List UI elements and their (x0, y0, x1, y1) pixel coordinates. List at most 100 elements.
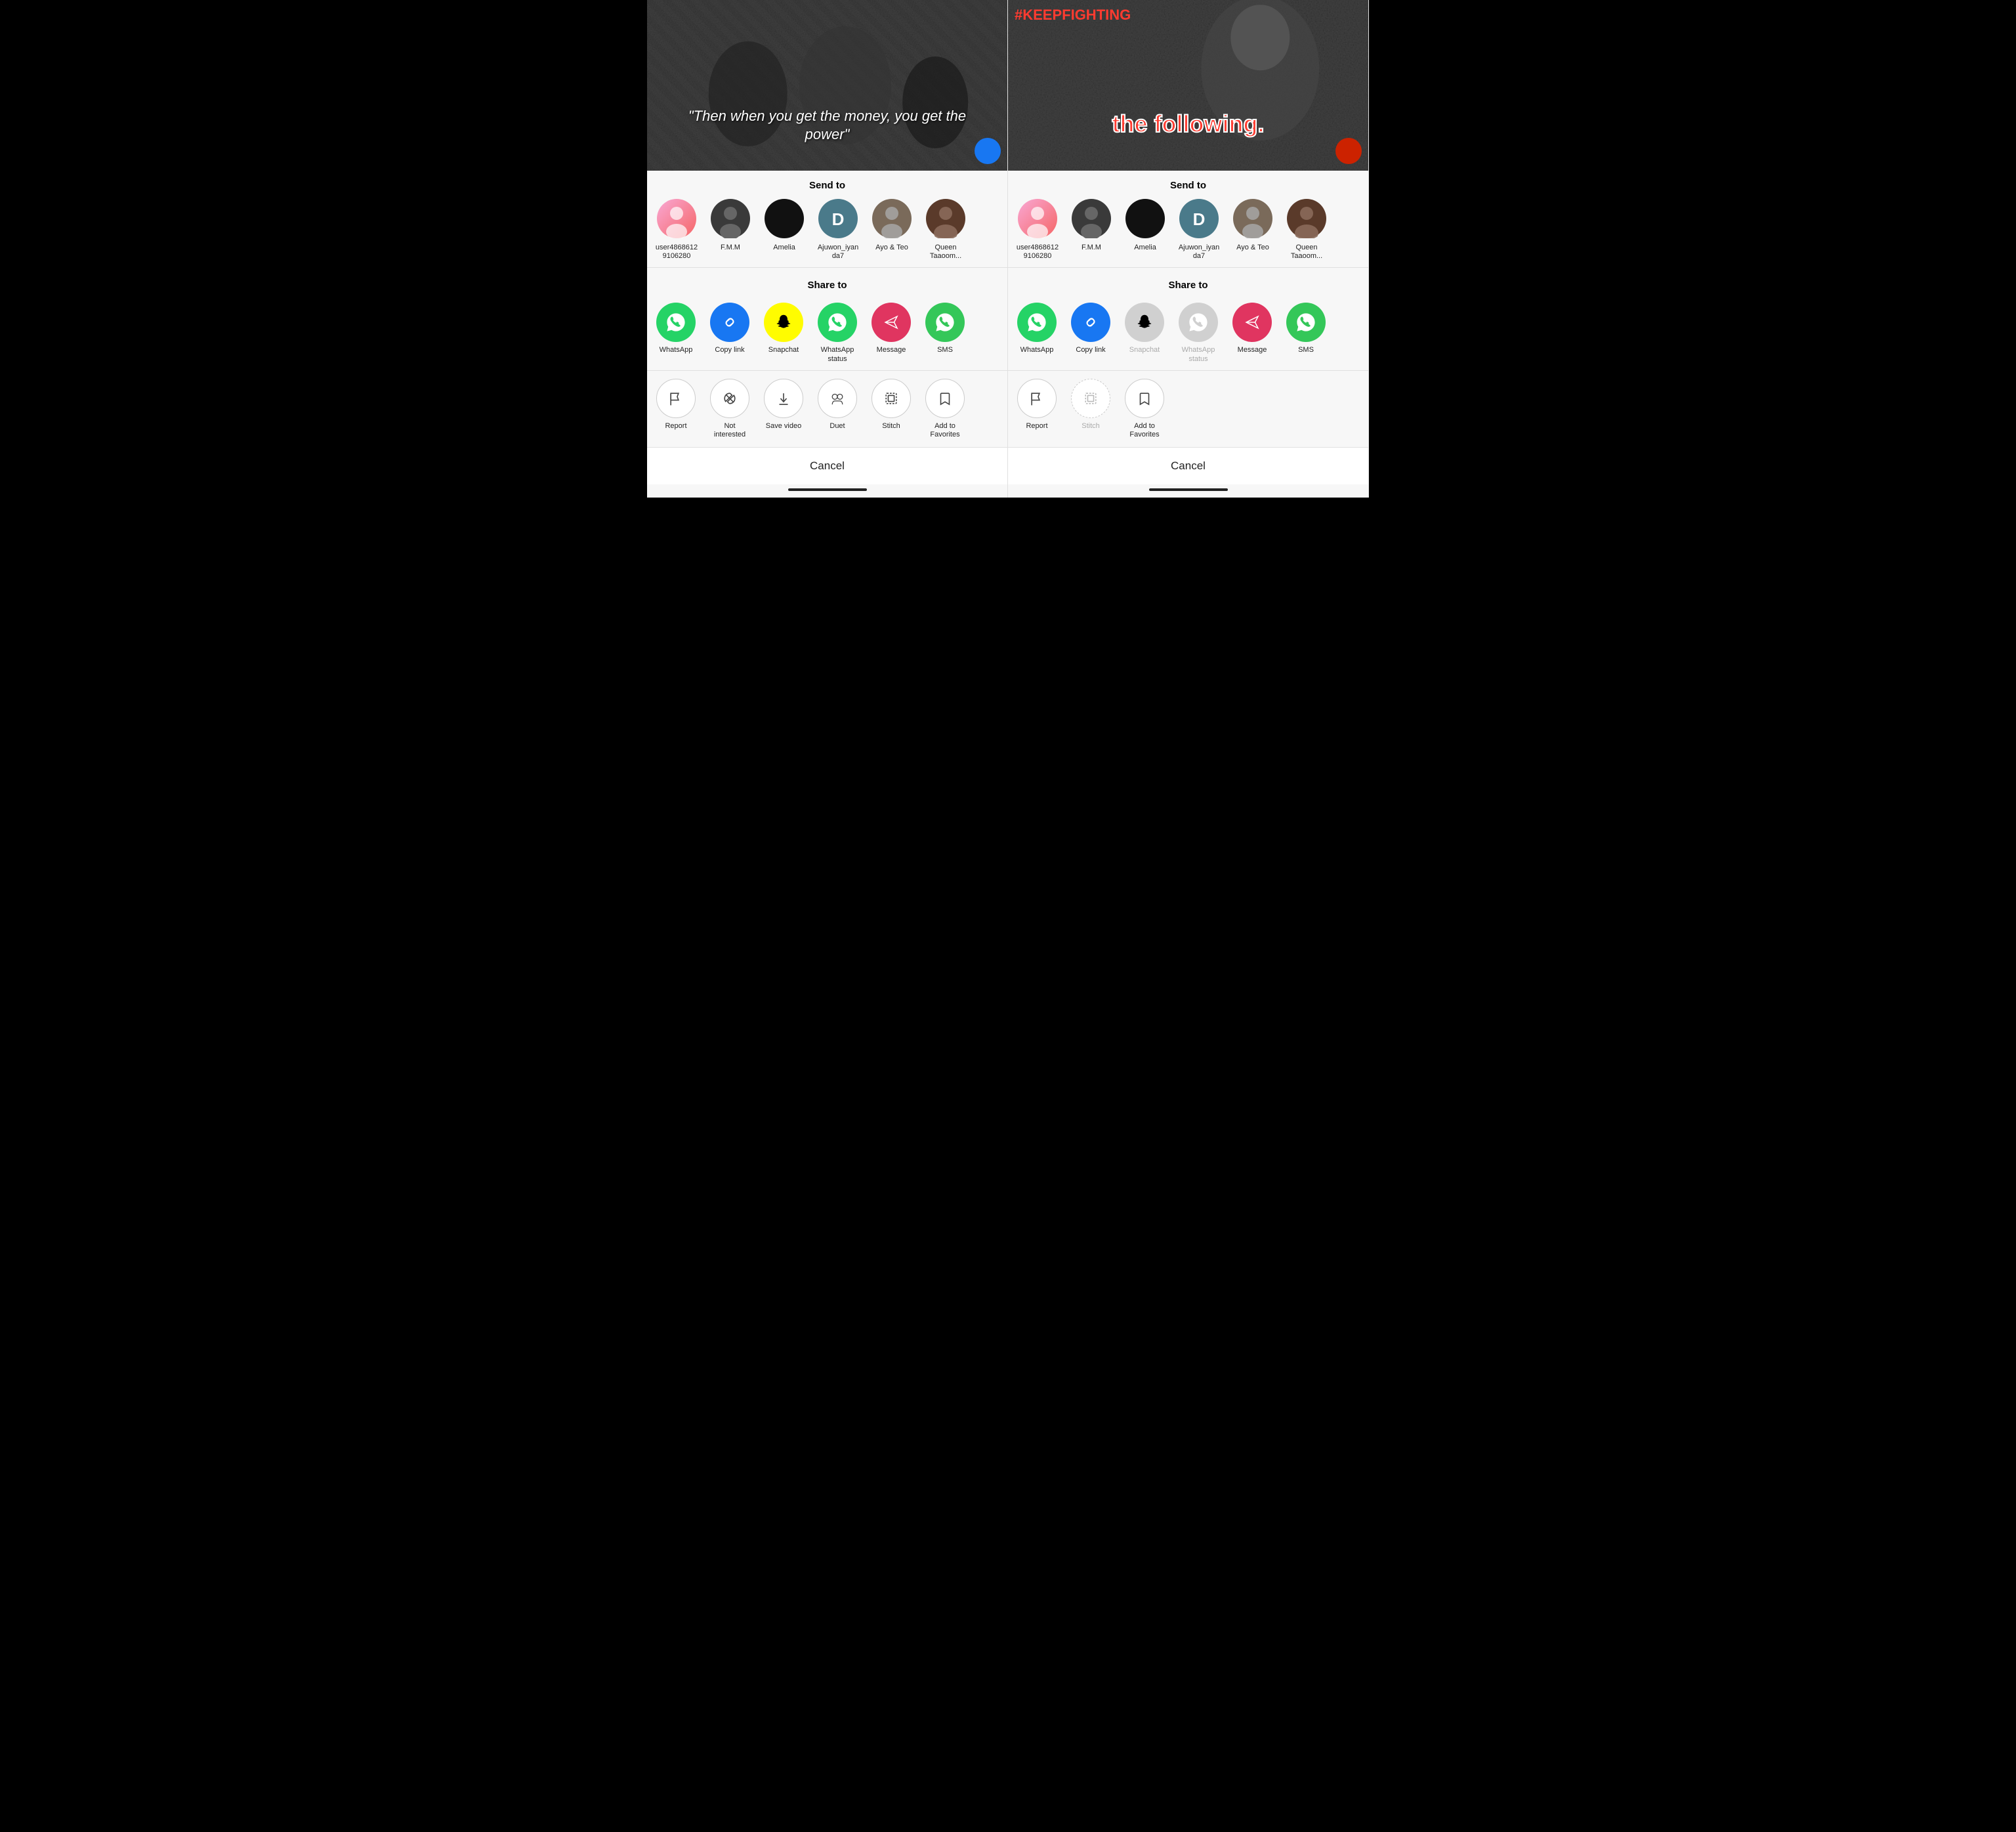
right-video-bg: #KEEPFIGHTING the following. (1008, 0, 1368, 171)
right-sheet: Send to user48686129106280 F.M.M Amelia … (1008, 171, 1368, 498)
contact-name-amelia: Amelia (773, 244, 795, 252)
contact-user4868612[interactable]: user48686129106280 (654, 198, 700, 261)
left-video: "Then when you get the money, you get th… (647, 0, 1007, 171)
contact-amelia[interactable]: Amelia (761, 198, 807, 261)
left-actions-row: Report Not interested Save video Duet (647, 373, 1007, 447)
share-whatsapp-status: WhatsApp status (1176, 303, 1221, 363)
right-video: #KEEPFIGHTING the following. (1008, 0, 1368, 171)
share-icon-whatsapp (1017, 303, 1057, 342)
right-share-row: WhatsApp Copy link Snapchat WhatsApp sta… (1008, 297, 1368, 370)
share-snapchat: Snapchat (1122, 303, 1167, 363)
contact-avatar-queen (1286, 198, 1328, 240)
right-video-avatar (1335, 138, 1362, 164)
action-stitch[interactable]: Stitch (869, 379, 914, 439)
left-send-to-title: Send to (647, 171, 1007, 198)
action-report[interactable]: Report (654, 379, 698, 439)
right-cancel-button[interactable]: Cancel (1008, 447, 1368, 484)
share-label-message: Message (1238, 346, 1267, 354)
contact-user4868612[interactable]: user48686129106280 (1015, 198, 1060, 261)
share-icon-sms (1286, 303, 1326, 342)
right-video-text: the following. (1026, 110, 1350, 138)
left-video-avatar (975, 138, 1001, 164)
share-icon-whatsapp-status (1179, 303, 1218, 342)
left-home-indicator (647, 484, 1007, 498)
contact-avatar-user4868612 (656, 198, 698, 240)
right-video-hashtag: #KEEPFIGHTING (1015, 7, 1131, 24)
action-icon-add-to-favorites (1125, 379, 1164, 418)
action-label-add-to-favorites: Add to Favorites (923, 422, 967, 439)
left-panel: "Then when you get the money, you get th… (647, 0, 1008, 498)
contact-ayo[interactable]: Ayo & Teo (869, 198, 915, 261)
action-not-interested[interactable]: Not interested (707, 379, 752, 439)
share-snapchat[interactable]: Snapchat (761, 303, 806, 363)
right-contacts-row: user48686129106280 F.M.M Amelia D Ajuwon… (1008, 198, 1368, 267)
share-message[interactable]: Message (1230, 303, 1274, 363)
contact-fmm[interactable]: F.M.M (1068, 198, 1114, 261)
share-label-copy-link: Copy link (1076, 346, 1105, 354)
left-video-bg: "Then when you get the money, you get th… (647, 0, 1007, 171)
share-message[interactable]: Message (869, 303, 914, 363)
share-sms[interactable]: SMS (1284, 303, 1328, 363)
contact-name-queen: Queen Taaoom... (923, 244, 968, 261)
left-sheet: Send to user48686129106280 F.M.M Amelia … (647, 171, 1007, 498)
action-label-duet: Duet (830, 422, 845, 431)
right-share-to-title: Share to (1008, 270, 1368, 297)
action-save-video[interactable]: Save video (761, 379, 806, 439)
share-sms[interactable]: SMS (923, 303, 967, 363)
contact-ajuwon[interactable]: D Ajuwon_iyan da7 (815, 198, 861, 261)
contact-avatar-amelia (1124, 198, 1166, 240)
share-label-sms: SMS (937, 346, 953, 354)
contact-name-amelia: Amelia (1134, 244, 1156, 252)
contact-avatar-ajuwon: D (1178, 198, 1220, 240)
contact-queen[interactable]: Queen Taaoom... (923, 198, 969, 261)
action-duet[interactable]: Duet (815, 379, 860, 439)
left-contacts-row: user48686129106280 F.M.M Amelia D Ajuwon… (647, 198, 1007, 267)
contact-name-user4868612: user48686129106280 (1017, 244, 1059, 261)
action-add-to-favorites[interactable]: Add to Favorites (923, 379, 967, 439)
share-icon-copy-link (710, 303, 749, 342)
right-actions-row: Report Stitch Add to Favorites (1008, 373, 1368, 447)
share-icon-message (1232, 303, 1272, 342)
contact-amelia[interactable]: Amelia (1122, 198, 1168, 261)
action-stitch: Stitch (1068, 379, 1113, 439)
action-icon-stitch (872, 379, 911, 418)
share-whatsapp[interactable]: WhatsApp (1015, 303, 1059, 363)
share-whatsapp-status[interactable]: WhatsApp status (815, 303, 860, 363)
contact-avatar-ayo (871, 198, 913, 240)
right-home-indicator (1008, 484, 1368, 498)
share-label-snapchat: Snapchat (1129, 346, 1160, 354)
contact-name-ajuwon: Ajuwon_iyan da7 (816, 244, 860, 261)
left-cancel-button[interactable]: Cancel (647, 447, 1007, 484)
share-copy-link[interactable]: Copy link (1068, 303, 1113, 363)
contact-fmm[interactable]: F.M.M (707, 198, 753, 261)
share-copy-link[interactable]: Copy link (707, 303, 752, 363)
share-label-copy-link: Copy link (715, 346, 744, 354)
contact-ayo[interactable]: Ayo & Teo (1230, 198, 1276, 261)
contact-name-ayo: Ayo & Teo (1236, 244, 1269, 252)
contact-name-ajuwon: Ajuwon_iyan da7 (1177, 244, 1221, 261)
contact-name-queen: Queen Taaoom... (1284, 244, 1329, 261)
contact-name-user4868612: user48686129106280 (656, 244, 698, 261)
action-add-to-favorites[interactable]: Add to Favorites (1122, 379, 1167, 439)
left-divider-1 (647, 267, 1007, 268)
share-icon-copy-link (1071, 303, 1110, 342)
share-icon-snapchat (1125, 303, 1164, 342)
right-panel: #KEEPFIGHTING the following. Send to use… (1008, 0, 1369, 498)
left-share-row: WhatsApp Copy link Snapchat WhatsApp sta… (647, 297, 1007, 370)
right-divider-1 (1008, 267, 1368, 268)
contact-avatar-user4868612 (1017, 198, 1059, 240)
share-icon-sms (925, 303, 965, 342)
action-icon-add-to-favorites (925, 379, 965, 418)
svg-text:D: D (1193, 209, 1206, 229)
contact-avatar-fmm (1070, 198, 1112, 240)
action-label-stitch: Stitch (1082, 422, 1100, 431)
action-label-stitch: Stitch (882, 422, 900, 431)
action-icon-stitch (1071, 379, 1110, 418)
action-label-report: Report (1026, 422, 1047, 431)
contact-queen[interactable]: Queen Taaoom... (1284, 198, 1330, 261)
action-report[interactable]: Report (1015, 379, 1059, 439)
contact-name-fmm: F.M.M (721, 244, 740, 252)
action-icon-save-video (764, 379, 803, 418)
share-whatsapp[interactable]: WhatsApp (654, 303, 698, 363)
contact-ajuwon[interactable]: D Ajuwon_iyan da7 (1176, 198, 1222, 261)
